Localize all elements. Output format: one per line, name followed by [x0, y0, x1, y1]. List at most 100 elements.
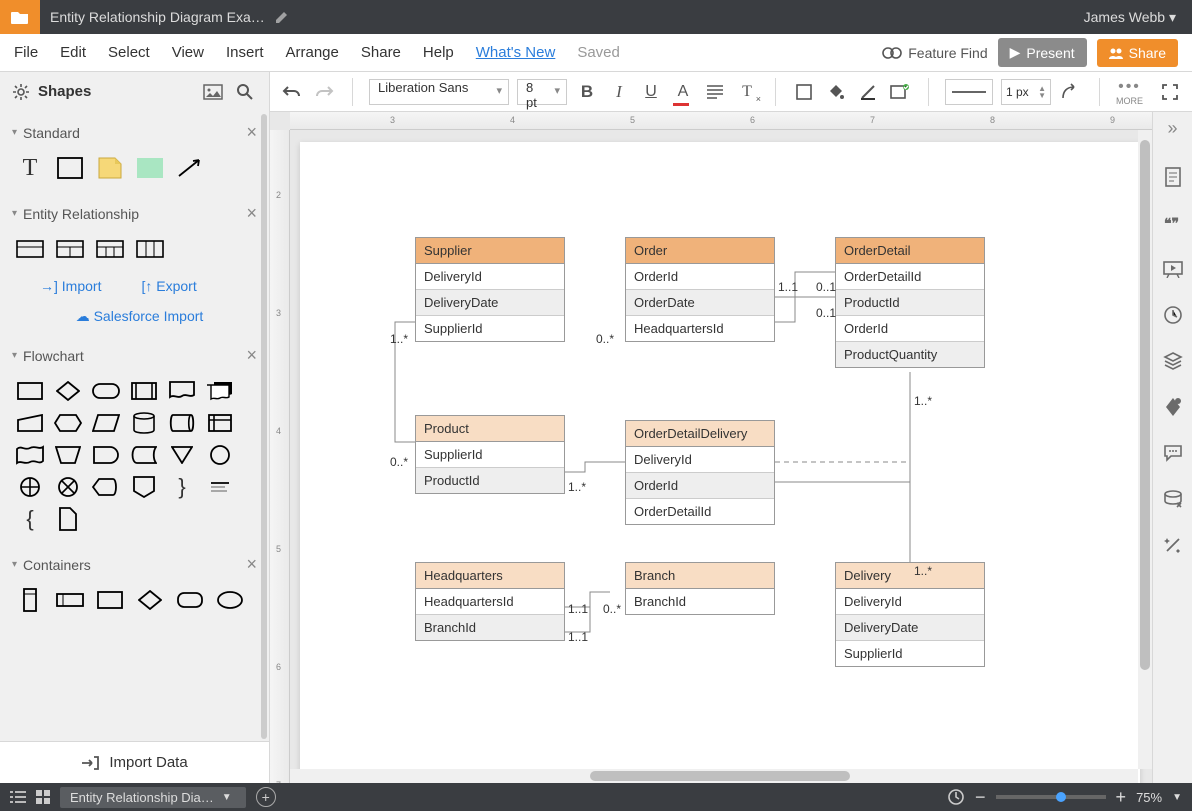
shape-options-icon[interactable]	[888, 80, 912, 104]
entity-orderdetail[interactable]: OrderDetail OrderDetailId ProductId Orde…	[835, 237, 985, 368]
collapse-icon[interactable]: »	[1167, 118, 1177, 142]
left-scrollbar[interactable]	[261, 114, 267, 739]
fc-terminal[interactable]	[92, 380, 120, 402]
folder-icon[interactable]	[0, 0, 40, 34]
fc-paper-tape[interactable]	[16, 444, 44, 466]
arrow-shape[interactable]	[176, 157, 204, 179]
fc-data[interactable]	[92, 412, 120, 434]
fc-card[interactable]	[54, 508, 82, 530]
fc-rect[interactable]	[16, 380, 44, 402]
line-style-select[interactable]	[945, 79, 993, 105]
entity-branch[interactable]: Branch BranchId	[625, 562, 775, 615]
feature-find[interactable]: Feature Find	[882, 45, 987, 61]
text-color-icon[interactable]: A	[671, 80, 695, 104]
fc-sum[interactable]	[54, 476, 82, 498]
entity-product[interactable]: Product SupplierId ProductId	[415, 415, 565, 494]
font-select[interactable]: Liberation Sans	[369, 79, 509, 105]
fc-hexagon[interactable]	[54, 412, 82, 434]
align-icon[interactable]	[703, 80, 727, 104]
document-title[interactable]: Entity Relationship Diagram Exa…	[40, 9, 275, 25]
actions-icon[interactable]	[1162, 488, 1184, 510]
italic-icon[interactable]: I	[607, 80, 631, 104]
fc-brace-r[interactable]: }	[168, 476, 196, 498]
fill-shape-icon[interactable]	[792, 80, 816, 104]
more-button[interactable]: ••• MORE	[1116, 78, 1143, 106]
image-icon[interactable]	[201, 80, 225, 104]
redo-icon[interactable]	[312, 80, 336, 104]
grid-icon[interactable]	[36, 790, 50, 804]
fill-color-icon[interactable]	[824, 80, 848, 104]
fc-merge[interactable]	[168, 444, 196, 466]
gear-icon[interactable]	[12, 83, 30, 101]
fc-direct-data[interactable]	[168, 412, 196, 434]
quote-icon[interactable]: ❝❞	[1162, 212, 1184, 234]
export-link[interactable]: [↑ Export	[141, 278, 196, 294]
outline-icon[interactable]	[10, 790, 26, 804]
fc-internal-storage[interactable]	[206, 412, 234, 434]
close-icon[interactable]: ×	[246, 203, 257, 224]
fc-note[interactable]	[206, 476, 234, 498]
note-shape[interactable]	[96, 157, 124, 179]
er-shape-2[interactable]	[56, 238, 84, 260]
section-containers[interactable]: Containers×	[0, 544, 269, 585]
cn-1[interactable]	[16, 589, 44, 611]
zoom-out-icon[interactable]: −	[975, 787, 986, 808]
search-icon[interactable]	[233, 80, 257, 104]
zoom-slider[interactable]	[996, 795, 1106, 799]
menu-file[interactable]: File	[14, 44, 38, 61]
close-icon[interactable]: ×	[246, 345, 257, 366]
history-icon[interactable]	[1162, 304, 1184, 326]
menu-select[interactable]: Select	[108, 44, 150, 61]
present-button[interactable]: ▶ Present	[998, 38, 1087, 67]
clear-format-icon[interactable]: T×	[735, 80, 759, 104]
menu-edit[interactable]: Edit	[60, 44, 86, 61]
page-tab[interactable]: Entity Relationship Dia… ▼	[60, 787, 246, 808]
presentation-icon[interactable]	[1162, 258, 1184, 280]
import-link[interactable]: →] Import	[40, 278, 101, 294]
line-color-icon[interactable]	[856, 80, 880, 104]
fc-offpage[interactable]	[130, 476, 158, 498]
section-flowchart[interactable]: Flowchart×	[0, 335, 269, 376]
section-standard[interactable]: Standard×	[0, 112, 269, 153]
canvas[interactable]: 3 4 5 6 7 8 9 2 3 4 5 6 7	[270, 112, 1152, 783]
entity-supplier[interactable]: Supplier DeliveryId DeliveryDate Supplie…	[415, 237, 565, 342]
font-size-select[interactable]: 8 pt	[517, 79, 567, 105]
zoom-value[interactable]: 75%	[1136, 790, 1162, 805]
fc-display[interactable]	[92, 476, 120, 498]
menu-share[interactable]: Share	[361, 44, 401, 61]
cn-2[interactable]	[56, 589, 84, 611]
rect-shape[interactable]	[56, 157, 84, 179]
sync-icon[interactable]	[947, 788, 965, 806]
horizontal-scrollbar[interactable]	[290, 769, 1138, 783]
er-shape-4[interactable]	[136, 238, 164, 260]
comments-icon[interactable]	[1162, 442, 1184, 464]
entity-orderdetaildelivery[interactable]: OrderDetailDelivery DeliveryId OrderId O…	[625, 420, 775, 525]
entity-headquarters[interactable]: Headquarters HeadquartersId BranchId	[415, 562, 565, 641]
er-shape-1[interactable]	[16, 238, 44, 260]
underline-icon[interactable]: U	[639, 80, 663, 104]
menu-help[interactable]: Help	[423, 44, 454, 61]
menu-arrange[interactable]: Arrange	[286, 44, 339, 61]
user-menu[interactable]: James Webb ▾	[1068, 9, 1192, 26]
undo-icon[interactable]	[280, 80, 304, 104]
er-shape-3[interactable]	[96, 238, 124, 260]
zoom-in-icon[interactable]: +	[1116, 787, 1127, 808]
line-arrow-icon[interactable]	[1059, 80, 1083, 104]
data-icon[interactable]	[1162, 396, 1184, 418]
magic-icon[interactable]	[1162, 534, 1184, 556]
share-button[interactable]: Share	[1097, 39, 1178, 67]
text-shape[interactable]: T	[16, 157, 44, 179]
line-width-input[interactable]: 1 px▲▼	[1001, 79, 1051, 105]
bold-icon[interactable]: B	[575, 80, 599, 104]
edit-title-icon[interactable]	[275, 10, 289, 24]
fullscreen-icon[interactable]	[1158, 80, 1182, 104]
fc-multidoc[interactable]	[206, 380, 234, 402]
fc-connector[interactable]	[206, 444, 234, 466]
fc-manual-input[interactable]	[16, 412, 44, 434]
menu-whats-new[interactable]: What's New	[476, 44, 556, 61]
block-shape[interactable]	[136, 157, 164, 179]
fc-stored-data[interactable]	[130, 444, 158, 466]
cn-4[interactable]	[136, 589, 164, 611]
close-icon[interactable]: ×	[246, 554, 257, 575]
page-settings-icon[interactable]	[1162, 166, 1184, 188]
